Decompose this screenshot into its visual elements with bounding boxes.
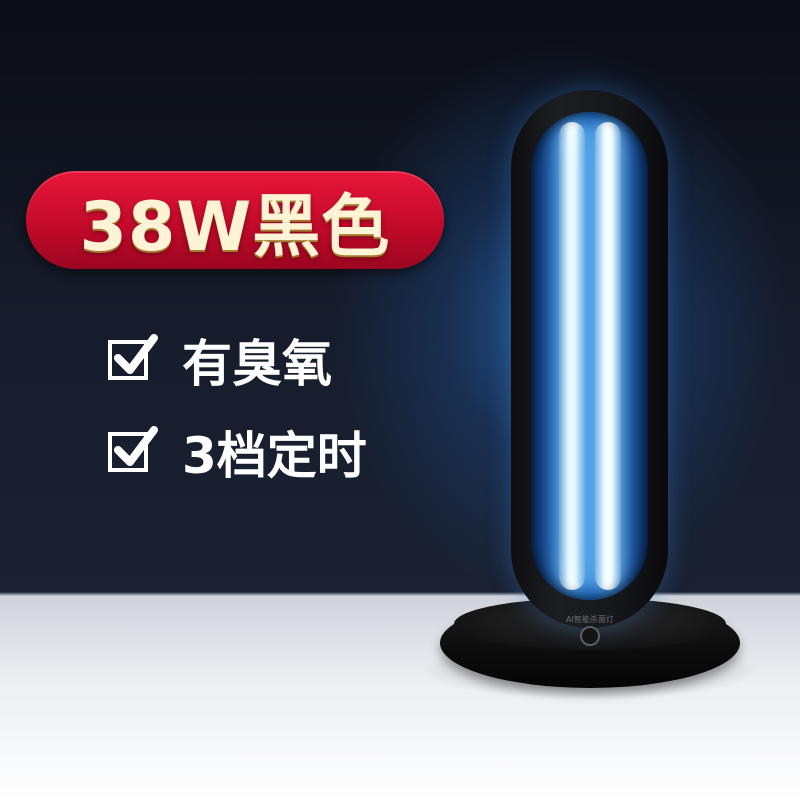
feature-label: 3档定时	[182, 427, 367, 485]
checkbox-checked-icon	[108, 426, 158, 472]
feature-item-timer: 3档定时	[108, 422, 367, 485]
spec-badge: 38W黑色	[26, 171, 444, 269]
feature-label: 有臭氧	[182, 335, 332, 393]
checkbox-checked-icon	[108, 334, 158, 380]
product-image: 38W黑色 有臭氧 3档定时 AI智能杀菌灯	[0, 0, 800, 800]
power-button-icon	[580, 626, 600, 646]
base-print-text: AI智能杀菌灯	[566, 615, 614, 624]
spec-badge-text: 38W黑色	[79, 187, 391, 267]
lamp-window-edge	[531, 112, 648, 600]
feature-item-ozone: 有臭氧	[108, 330, 332, 393]
